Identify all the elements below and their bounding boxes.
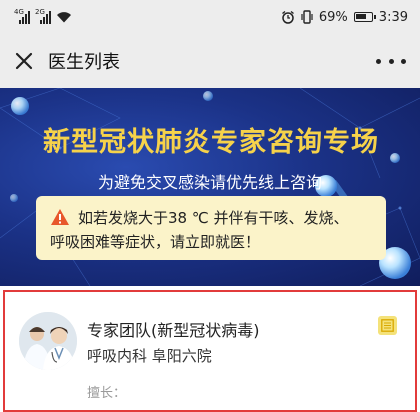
close-button[interactable] <box>2 34 46 88</box>
doctor-list: 专家团队(新型冠状病毒) 呼吸内科 阜阳六院 擅长： <box>0 286 420 412</box>
alarm-icon <box>281 10 295 24</box>
signal-icon-2: 2G <box>35 8 51 24</box>
more-options-button[interactable] <box>376 51 406 71</box>
status-bar: 4G 2G 69% 3:39 <box>0 0 420 34</box>
banner-title: 新型冠状肺炎专家咨询专场 <box>43 126 379 158</box>
doctor-specialty: 擅长： <box>87 386 127 401</box>
close-icon <box>15 52 33 70</box>
page-title: 医生列表 <box>48 52 120 73</box>
banner-title-wrap: 新型冠状肺炎专家咨询专场 <box>32 118 390 160</box>
promo-banner[interactable]: 新型冠状肺炎专家咨询专场 为避免交叉感染请优先线上咨询 如若发烧大于38 ℃ 并… <box>0 88 420 286</box>
doctor-avatar <box>19 312 77 370</box>
warning-icon <box>51 209 69 225</box>
banner-subtitle: 为避免交叉感染请优先线上咨询 <box>97 173 322 192</box>
more-dot-icon <box>376 58 381 64</box>
more-dot-icon <box>388 58 394 64</box>
battery-icon <box>353 12 376 22</box>
vibrate-icon <box>301 10 313 24</box>
doctor-department: 呼吸内科 阜阳六院 <box>87 347 212 365</box>
notice-line-2: 呼吸困难等症状，请立即就医！ <box>50 233 261 251</box>
clock: 3:39 <box>378 9 408 25</box>
nav-bar: 医生列表 <box>0 34 420 88</box>
battery-percent: 69% <box>318 9 348 25</box>
doctor-card[interactable]: 专家团队(新型冠状病毒) 呼吸内科 阜阳六院 擅长： <box>3 290 417 412</box>
status-right: 69% 3:39 <box>281 10 408 25</box>
wifi-icon <box>56 8 72 27</box>
doctor-name: 专家团队(新型冠状病毒) <box>87 321 260 340</box>
more-dot-icon <box>401 58 406 64</box>
warning-notice: 如若发烧大于38 ℃ 并伴有干咳、发烧、 呼吸困难等症状，请立即就医！ <box>36 196 386 260</box>
notice-line-1: 如若发烧大于38 ℃ 并伴有干咳、发烧、 <box>78 209 349 227</box>
image-badge-icon <box>378 316 397 335</box>
status-left: 4G 2G <box>14 0 72 34</box>
signal-icon: 4G <box>14 8 30 24</box>
